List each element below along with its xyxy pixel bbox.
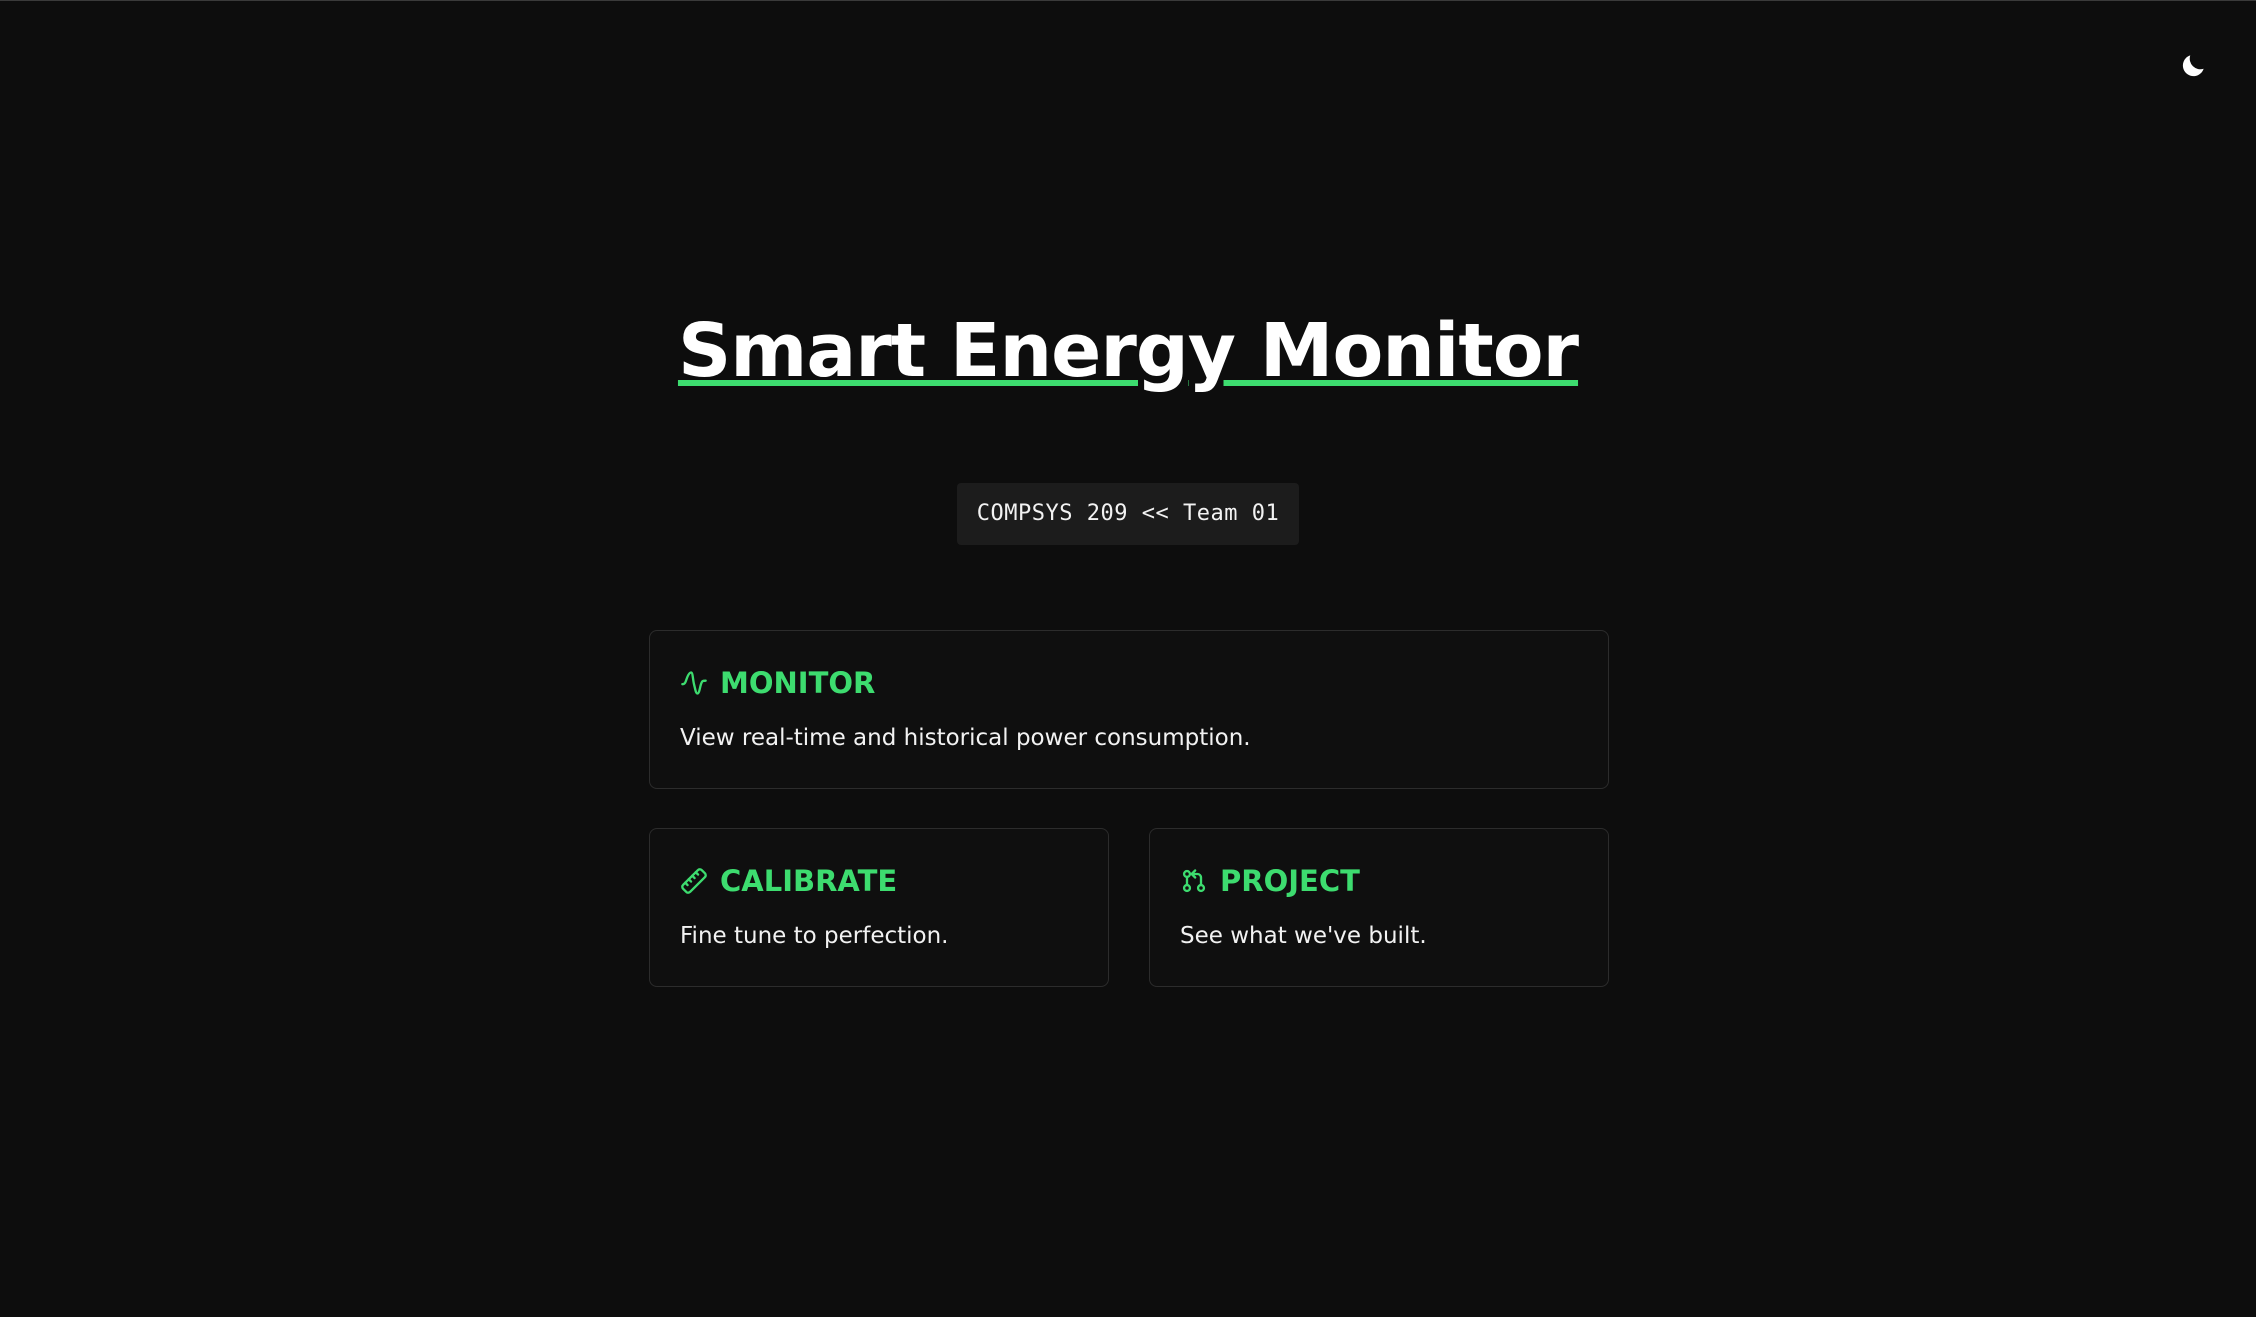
course-badge: COMPSYS 209 << Team 01 [956,483,1300,545]
project-card-header: PROJECT [1180,863,1578,899]
activity-icon [680,669,708,697]
moon-icon [2178,51,2208,85]
calibrate-card-description: Fine tune to perfection. [680,923,949,949]
monitor-card-header: MONITOR [680,665,1578,701]
monitor-card-description: View real-time and historical power cons… [680,725,1251,751]
calibrate-card-header: CALIBRATE [680,863,1078,899]
calibrate-card[interactable]: CALIBRATE Fine tune to perfection. [649,828,1109,987]
ruler-icon [680,867,708,895]
project-card[interactable]: PROJECT See what we've built. [1149,828,1609,987]
page-title: Smart Energy Monitor [677,308,1579,394]
monitor-card[interactable]: MONITOR View real-time and historical po… [649,630,1609,789]
monitor-card-title: MONITOR [720,666,876,700]
hero: Smart Energy Monitor [0,308,2256,394]
theme-toggle-button[interactable] [2176,51,2210,85]
badge-container: COMPSYS 209 << Team 01 [0,483,2256,545]
project-card-description: See what we've built. [1180,923,1427,949]
git-pull-request-icon [1180,867,1208,895]
project-card-title: PROJECT [1220,864,1360,898]
calibrate-card-title: CALIBRATE [720,864,898,898]
